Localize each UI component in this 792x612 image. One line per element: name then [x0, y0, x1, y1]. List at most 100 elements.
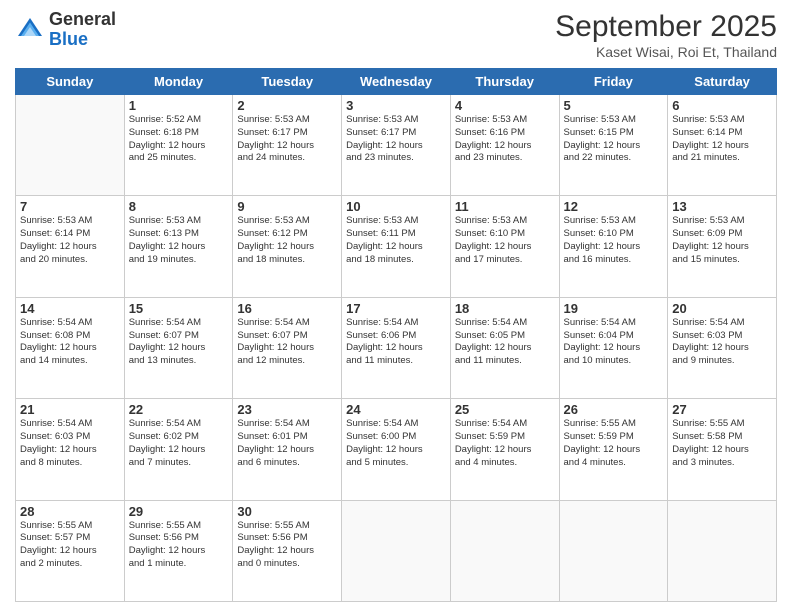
logo: General Blue	[15, 10, 116, 50]
day-info: Sunrise: 5:54 AM Sunset: 6:02 PM Dayligh…	[129, 418, 229, 469]
calendar-header-thursday: Thursday	[450, 69, 559, 95]
calendar-header-monday: Monday	[124, 69, 233, 95]
calendar-cell: 28Sunrise: 5:55 AM Sunset: 5:57 PM Dayli…	[16, 500, 125, 601]
calendar-cell: 19Sunrise: 5:54 AM Sunset: 6:04 PM Dayli…	[559, 297, 668, 398]
calendar-week-1: 1Sunrise: 5:52 AM Sunset: 6:18 PM Daylig…	[16, 95, 777, 196]
calendar-cell: 27Sunrise: 5:55 AM Sunset: 5:58 PM Dayli…	[668, 399, 777, 500]
day-number: 3	[346, 98, 446, 113]
day-info: Sunrise: 5:54 AM Sunset: 6:05 PM Dayligh…	[455, 317, 555, 368]
calendar-cell: 8Sunrise: 5:53 AM Sunset: 6:13 PM Daylig…	[124, 196, 233, 297]
calendar-week-4: 21Sunrise: 5:54 AM Sunset: 6:03 PM Dayli…	[16, 399, 777, 500]
calendar-cell: 7Sunrise: 5:53 AM Sunset: 6:14 PM Daylig…	[16, 196, 125, 297]
day-info: Sunrise: 5:53 AM Sunset: 6:10 PM Dayligh…	[455, 215, 555, 266]
calendar-cell: 3Sunrise: 5:53 AM Sunset: 6:17 PM Daylig…	[342, 95, 451, 196]
day-number: 22	[129, 402, 229, 417]
calendar-cell: 25Sunrise: 5:54 AM Sunset: 5:59 PM Dayli…	[450, 399, 559, 500]
logo-icon	[15, 15, 45, 45]
day-number: 28	[20, 504, 120, 519]
day-info: Sunrise: 5:54 AM Sunset: 6:07 PM Dayligh…	[237, 317, 337, 368]
calendar-header-sunday: Sunday	[16, 69, 125, 95]
logo-line2: Blue	[49, 30, 116, 50]
day-info: Sunrise: 5:55 AM Sunset: 5:57 PM Dayligh…	[20, 520, 120, 571]
day-number: 21	[20, 402, 120, 417]
day-number: 19	[564, 301, 664, 316]
calendar-cell: 20Sunrise: 5:54 AM Sunset: 6:03 PM Dayli…	[668, 297, 777, 398]
calendar-cell	[16, 95, 125, 196]
calendar-header-row: SundayMondayTuesdayWednesdayThursdayFrid…	[16, 69, 777, 95]
calendar-cell: 23Sunrise: 5:54 AM Sunset: 6:01 PM Dayli…	[233, 399, 342, 500]
day-number: 13	[672, 199, 772, 214]
calendar-cell: 4Sunrise: 5:53 AM Sunset: 6:16 PM Daylig…	[450, 95, 559, 196]
day-number: 5	[564, 98, 664, 113]
day-number: 23	[237, 402, 337, 417]
day-number: 1	[129, 98, 229, 113]
day-number: 7	[20, 199, 120, 214]
day-number: 12	[564, 199, 664, 214]
day-number: 16	[237, 301, 337, 316]
day-info: Sunrise: 5:54 AM Sunset: 5:59 PM Dayligh…	[455, 418, 555, 469]
calendar-cell: 24Sunrise: 5:54 AM Sunset: 6:00 PM Dayli…	[342, 399, 451, 500]
calendar-cell: 15Sunrise: 5:54 AM Sunset: 6:07 PM Dayli…	[124, 297, 233, 398]
header: General Blue September 2025 Kaset Wisai,…	[15, 10, 777, 60]
day-number: 4	[455, 98, 555, 113]
day-number: 17	[346, 301, 446, 316]
logo-line1: General	[49, 10, 116, 30]
day-info: Sunrise: 5:52 AM Sunset: 6:18 PM Dayligh…	[129, 114, 229, 165]
calendar-cell: 26Sunrise: 5:55 AM Sunset: 5:59 PM Dayli…	[559, 399, 668, 500]
day-number: 24	[346, 402, 446, 417]
calendar-cell: 2Sunrise: 5:53 AM Sunset: 6:17 PM Daylig…	[233, 95, 342, 196]
day-info: Sunrise: 5:54 AM Sunset: 6:08 PM Dayligh…	[20, 317, 120, 368]
day-number: 10	[346, 199, 446, 214]
calendar-cell: 5Sunrise: 5:53 AM Sunset: 6:15 PM Daylig…	[559, 95, 668, 196]
day-info: Sunrise: 5:53 AM Sunset: 6:13 PM Dayligh…	[129, 215, 229, 266]
calendar-header-tuesday: Tuesday	[233, 69, 342, 95]
day-info: Sunrise: 5:53 AM Sunset: 6:17 PM Dayligh…	[346, 114, 446, 165]
page: General Blue September 2025 Kaset Wisai,…	[0, 0, 792, 612]
calendar-cell: 10Sunrise: 5:53 AM Sunset: 6:11 PM Dayli…	[342, 196, 451, 297]
calendar-header-saturday: Saturday	[668, 69, 777, 95]
day-info: Sunrise: 5:55 AM Sunset: 5:56 PM Dayligh…	[129, 520, 229, 571]
day-info: Sunrise: 5:54 AM Sunset: 6:03 PM Dayligh…	[672, 317, 772, 368]
day-number: 15	[129, 301, 229, 316]
day-number: 29	[129, 504, 229, 519]
day-number: 27	[672, 402, 772, 417]
calendar-table: SundayMondayTuesdayWednesdayThursdayFrid…	[15, 68, 777, 602]
day-info: Sunrise: 5:54 AM Sunset: 6:01 PM Dayligh…	[237, 418, 337, 469]
calendar-cell	[342, 500, 451, 601]
calendar-cell: 22Sunrise: 5:54 AM Sunset: 6:02 PM Dayli…	[124, 399, 233, 500]
day-info: Sunrise: 5:53 AM Sunset: 6:11 PM Dayligh…	[346, 215, 446, 266]
calendar-cell: 17Sunrise: 5:54 AM Sunset: 6:06 PM Dayli…	[342, 297, 451, 398]
subtitle: Kaset Wisai, Roi Et, Thailand	[555, 44, 777, 60]
day-number: 9	[237, 199, 337, 214]
day-info: Sunrise: 5:53 AM Sunset: 6:17 PM Dayligh…	[237, 114, 337, 165]
day-info: Sunrise: 5:53 AM Sunset: 6:09 PM Dayligh…	[672, 215, 772, 266]
calendar-header-friday: Friday	[559, 69, 668, 95]
logo-text: General Blue	[49, 10, 116, 50]
calendar-cell: 29Sunrise: 5:55 AM Sunset: 5:56 PM Dayli…	[124, 500, 233, 601]
day-number: 25	[455, 402, 555, 417]
day-number: 26	[564, 402, 664, 417]
calendar-cell: 18Sunrise: 5:54 AM Sunset: 6:05 PM Dayli…	[450, 297, 559, 398]
day-info: Sunrise: 5:55 AM Sunset: 5:56 PM Dayligh…	[237, 520, 337, 571]
calendar-cell: 21Sunrise: 5:54 AM Sunset: 6:03 PM Dayli…	[16, 399, 125, 500]
calendar-cell: 12Sunrise: 5:53 AM Sunset: 6:10 PM Dayli…	[559, 196, 668, 297]
month-title: September 2025	[555, 10, 777, 44]
day-info: Sunrise: 5:53 AM Sunset: 6:16 PM Dayligh…	[455, 114, 555, 165]
day-number: 30	[237, 504, 337, 519]
day-info: Sunrise: 5:53 AM Sunset: 6:12 PM Dayligh…	[237, 215, 337, 266]
calendar-cell: 14Sunrise: 5:54 AM Sunset: 6:08 PM Dayli…	[16, 297, 125, 398]
day-info: Sunrise: 5:54 AM Sunset: 6:04 PM Dayligh…	[564, 317, 664, 368]
calendar-week-5: 28Sunrise: 5:55 AM Sunset: 5:57 PM Dayli…	[16, 500, 777, 601]
day-info: Sunrise: 5:54 AM Sunset: 6:06 PM Dayligh…	[346, 317, 446, 368]
day-number: 6	[672, 98, 772, 113]
calendar-week-2: 7Sunrise: 5:53 AM Sunset: 6:14 PM Daylig…	[16, 196, 777, 297]
day-info: Sunrise: 5:53 AM Sunset: 6:10 PM Dayligh…	[564, 215, 664, 266]
calendar-cell	[668, 500, 777, 601]
calendar-cell: 6Sunrise: 5:53 AM Sunset: 6:14 PM Daylig…	[668, 95, 777, 196]
calendar-cell: 1Sunrise: 5:52 AM Sunset: 6:18 PM Daylig…	[124, 95, 233, 196]
title-block: September 2025 Kaset Wisai, Roi Et, Thai…	[555, 10, 777, 60]
calendar-cell: 13Sunrise: 5:53 AM Sunset: 6:09 PM Dayli…	[668, 196, 777, 297]
day-number: 11	[455, 199, 555, 214]
day-info: Sunrise: 5:54 AM Sunset: 6:07 PM Dayligh…	[129, 317, 229, 368]
day-info: Sunrise: 5:54 AM Sunset: 6:03 PM Dayligh…	[20, 418, 120, 469]
